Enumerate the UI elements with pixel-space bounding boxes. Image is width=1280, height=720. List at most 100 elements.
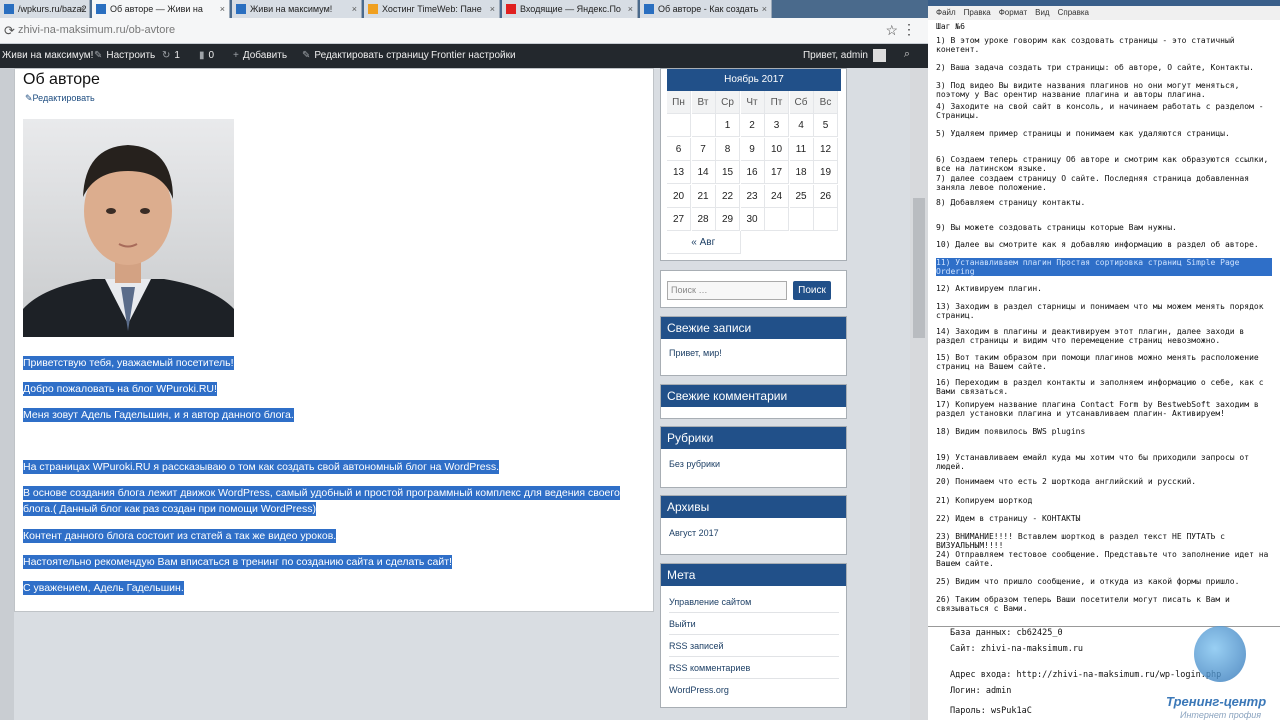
recent-posts-widget: Свежие записи Привет, мир!	[660, 316, 847, 376]
calendar-day	[789, 208, 814, 231]
avatar[interactable]	[873, 49, 886, 62]
search-icon[interactable]: ⌕	[904, 48, 910, 61]
tab[interactable]: Живи на максимум! ×	[232, 0, 362, 18]
admin-bar-comments[interactable]: ▮ 0	[199, 44, 214, 68]
calendar-weekday: Пн	[667, 91, 691, 114]
bookmark-star-icon[interactable]: ☆	[885, 22, 898, 39]
notepad-line: 20) Понимаем что есть 2 шорткода английс…	[936, 477, 1197, 486]
calendar-prev-link[interactable]: « Авг	[667, 231, 741, 255]
notepad-line: 19) Устанавливаем емайл куда мы хотим чт…	[936, 453, 1250, 471]
calendar-day	[691, 114, 716, 138]
admin-bar-site[interactable]: Живи на максимум!	[2, 44, 93, 68]
calendar-day: 2	[740, 114, 765, 138]
tab[interactable]: /wpkurs.ru/baza2 ×	[0, 0, 90, 18]
tab[interactable]: Об авторе - Как создать ×	[640, 0, 772, 18]
logo-title: Тренинг-центр	[1166, 694, 1267, 709]
calendar-day: 29	[716, 208, 740, 231]
close-icon[interactable]: ×	[490, 0, 495, 18]
close-icon[interactable]: ×	[80, 0, 85, 18]
tab[interactable]: Входящие — Яндекс.По ×	[502, 0, 638, 18]
archive-link[interactable]: Август 2017	[669, 528, 719, 538]
calendar-day: 20	[667, 184, 691, 208]
tab-label: Об авторе — Живи на	[110, 4, 203, 14]
training-center-logo: Тренинг-центр Интернет профия	[1166, 626, 1280, 720]
search-widget: Поиск … Поиск	[660, 270, 847, 308]
tab[interactable]: Об авторе — Живи на ×	[92, 0, 230, 18]
notepad-line: 21) Копируем шорткод	[936, 496, 1033, 505]
notepad-line: 23) ВНИМАНИЕ!!!! Вставлем шорткод в разд…	[936, 532, 1225, 550]
notepad-line: 1) В этом уроке говорим как создовать ст…	[936, 36, 1235, 54]
meta-link[interactable]: RSS комментариев	[669, 663, 750, 673]
meta-link[interactable]: Управление сайтом	[669, 597, 751, 607]
tab[interactable]: Хостинг TimeWeb: Пане ×	[364, 0, 500, 18]
edit-link[interactable]: ✎Редактировать	[25, 93, 95, 104]
close-icon[interactable]: ×	[762, 0, 767, 18]
notepad-heading: Шаг №6	[936, 22, 965, 31]
paragraph: блога.( Данный блог как раз создан при п…	[23, 502, 317, 516]
notepad-menu-item[interactable]: Формат	[999, 8, 1027, 17]
page-scrollbar[interactable]	[910, 68, 928, 720]
calendar-day: 19	[814, 161, 838, 185]
calendar-day: 7	[691, 137, 716, 161]
scrollbar-thumb[interactable]	[913, 198, 925, 338]
author-photo	[23, 119, 234, 337]
admin-bar-updates[interactable]: ↻ 1	[162, 44, 180, 68]
close-icon[interactable]: ×	[352, 0, 357, 18]
calendar-day: 21	[691, 184, 716, 208]
recent-post-link[interactable]: Привет, мир!	[669, 348, 722, 358]
notepad-window: Файл Правка Формат Вид Справка Шаг №6 1) В э…	[928, 0, 1280, 720]
notepad-line: 25) Видим что пришло сообщение, и откуда…	[936, 577, 1240, 586]
updates-icon: ↻	[162, 50, 171, 61]
meta-link[interactable]: Выйти	[669, 619, 696, 629]
admin-bar-customize[interactable]: ✎ Настроить	[94, 44, 155, 68]
recent-comments-widget: Свежие комментарии	[660, 384, 847, 419]
close-icon[interactable]: ×	[628, 0, 633, 18]
search-input[interactable]: Поиск …	[667, 281, 787, 300]
notepad-menu-item[interactable]: Справка	[1058, 8, 1089, 17]
admin-bar-edit-page[interactable]: ✎ Редактировать страницу	[302, 44, 429, 68]
pencil-icon: ✎	[25, 93, 33, 103]
paragraph: Приветствую тебя, уважаемый посетитель!	[23, 356, 234, 370]
paragraph: В основе создания блога лежит движок Wor…	[23, 486, 620, 500]
calendar-weekday: Сб	[789, 91, 814, 114]
comment-icon: ▮	[199, 50, 205, 61]
calendar-day: 13	[667, 161, 691, 185]
logo-subtitle: Интернет профия	[1180, 710, 1262, 720]
calendar-day: 18	[789, 161, 814, 185]
browser-menu-icon[interactable]: ⋮	[902, 21, 916, 38]
url-field[interactable]: zhivi-na-maksimum.ru/ob-avtore	[18, 24, 175, 36]
paragraph: Добро пожаловать на блог WPuroki.RU!	[23, 382, 217, 396]
notepad-line: 8) Добавляем страницу контакты.	[936, 198, 1086, 207]
meta-link[interactable]: WordPress.org	[669, 685, 729, 695]
notepad-menu-item[interactable]: Вид	[1035, 8, 1049, 17]
notepad-line: 5) Удаляем пример страницы и понимаем ка…	[936, 129, 1230, 138]
notepad-text-area[interactable]: Шаг №6 1) В этом уроке говорим как создо…	[936, 22, 1272, 622]
admin-bar-greeting[interactable]: Привет, admin	[803, 44, 868, 68]
calendar-day	[814, 208, 838, 231]
search-button[interactable]: Поиск	[793, 281, 831, 300]
reload-icon[interactable]: ⟳	[4, 23, 15, 39]
notepad-line: 10) Далее вы смотрите как я добавляю инф…	[936, 240, 1259, 249]
calendar-day	[765, 208, 789, 231]
page-title: Об авторе	[23, 71, 100, 88]
admin-bar-add[interactable]: + Добавить	[233, 44, 287, 68]
notepad-line: 13) Заходим в раздел старницы и понимаем…	[936, 302, 1264, 320]
paragraph: Меня зовут Адель Гадельшин, и я автор да…	[23, 408, 294, 422]
meta-link[interactable]: RSS записей	[669, 641, 724, 651]
tab-label: Живи на максимум!	[250, 4, 333, 14]
notepad-line: 18) Видим появилось BWS plugins	[936, 427, 1086, 436]
category-link[interactable]: Без рубрики	[669, 459, 720, 469]
calendar-day: 10	[765, 137, 789, 161]
calendar-weekday: Чт	[740, 91, 765, 114]
notepad-menu-item[interactable]: Правка	[964, 8, 991, 17]
notepad-menu: Файл Правка Формат Вид Справка	[928, 6, 1280, 20]
admin-bar-frontier[interactable]: Frontier настройки	[431, 44, 516, 68]
notepad-menu-item[interactable]: Файл	[936, 8, 956, 17]
notepad-line: 2) Ваша задача создать три страницы: об …	[936, 63, 1254, 72]
calendar-day	[667, 114, 691, 138]
sidebar: Ноябрь 2017 Пн Вт Ср Чт Пт Сб Вс 1 2 3 4 5 6 7 8 9 10 11 1…	[660, 68, 850, 720]
close-icon[interactable]: ×	[220, 0, 225, 18]
paragraph: Контент данного блога состоит из статей …	[23, 529, 337, 543]
brush-icon: ✎	[94, 50, 103, 61]
calendar-day: 17	[765, 161, 789, 185]
